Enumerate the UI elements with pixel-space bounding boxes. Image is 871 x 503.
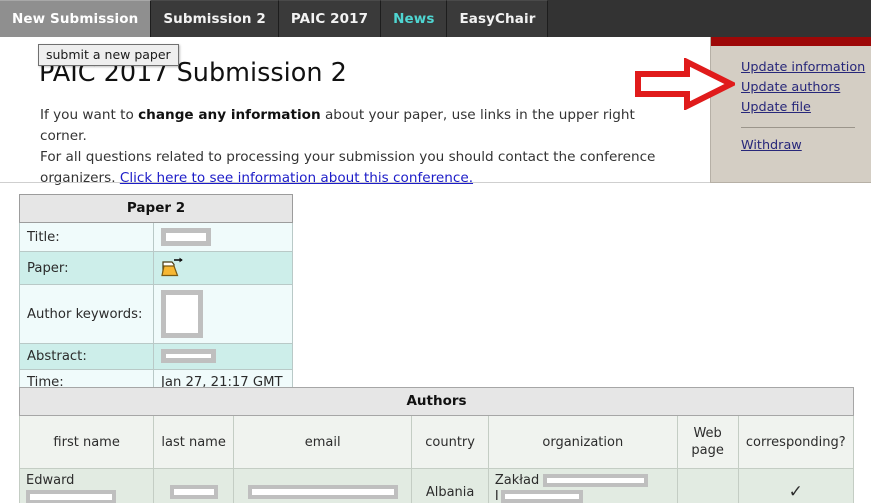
easychair-submission-page: New Submission Submission 2 PAIC 2017 Ne… xyxy=(0,0,871,503)
sidebar-link-list: Update information Update authors Update… xyxy=(741,58,866,156)
authors-table-caption: Authors xyxy=(19,387,854,416)
tab-easychair[interactable]: EasyChair xyxy=(447,0,549,37)
column-header-organization: organization xyxy=(487,415,678,469)
redaction-box-first-name xyxy=(26,489,116,503)
paper-field-paper-value xyxy=(153,251,293,285)
paper-details-table: Paper 2 Title: Paper: Author keywords: A… xyxy=(19,194,293,396)
top-navigation-bar: New Submission Submission 2 PAIC 2017 Ne… xyxy=(0,0,871,37)
column-header-first-name: first name xyxy=(18,415,155,469)
navigation-filler xyxy=(548,0,871,37)
tab-submission-2-label: Submission 2 xyxy=(163,11,266,27)
paper-field-title-value xyxy=(153,222,293,252)
tab-easychair-label: EasyChair xyxy=(459,11,536,27)
author-first-name-value: Edward xyxy=(26,473,75,488)
link-update-authors[interactable]: Update authors xyxy=(741,78,866,98)
author-web-page-cell xyxy=(676,468,739,503)
intro-emphasis: change any information xyxy=(138,107,321,123)
column-header-web-page: Web page xyxy=(676,415,739,469)
tab-news-label: News xyxy=(393,11,435,27)
paper-field-abstract-value xyxy=(153,343,293,370)
redaction-box-title xyxy=(161,228,211,246)
content-divider xyxy=(0,182,710,183)
open-folder-icon[interactable] xyxy=(161,257,187,279)
tab-news[interactable]: News xyxy=(381,0,448,37)
paper-table-caption-row: Paper 2 xyxy=(19,194,293,223)
table-row-title: Title: xyxy=(19,222,293,252)
author-organization-text-2: I xyxy=(494,489,499,503)
redaction-box-email xyxy=(247,485,398,499)
redaction-box-keywords xyxy=(161,290,203,338)
authors-table-caption-row: Authors xyxy=(19,387,854,416)
table-row-abstract: Abstract: xyxy=(19,343,293,370)
author-organization-text: Zakład xyxy=(494,473,540,488)
author-organization-cell: Zakład I xyxy=(487,468,678,503)
paper-field-title-label: Title: xyxy=(19,222,154,252)
column-header-last-name: last name xyxy=(153,415,234,469)
paper-field-keywords-value xyxy=(153,284,293,344)
sidebar-accent-bar xyxy=(711,37,871,46)
sidebar-bottom-divider xyxy=(710,182,871,183)
link-update-file[interactable]: Update file xyxy=(741,98,866,118)
author-first-name-cell: Edward xyxy=(18,468,155,503)
author-corresponding-cell: ✓ xyxy=(737,468,855,503)
table-row-author-keywords: Author keywords: xyxy=(19,284,293,344)
column-header-email: email xyxy=(232,415,413,469)
tab-paic-2017[interactable]: PAIC 2017 xyxy=(278,0,382,37)
paper-field-keywords-label: Author keywords: xyxy=(19,284,154,344)
author-email-cell xyxy=(232,468,413,503)
table-row: Edward Albania Zakład I ✓ xyxy=(18,468,855,503)
tab-new-submission[interactable]: New Submission xyxy=(0,0,152,37)
table-row-paper: Paper: xyxy=(19,251,293,285)
paper-table-caption: Paper 2 xyxy=(19,194,293,223)
redaction-box-organization-2 xyxy=(500,490,583,503)
link-withdraw[interactable]: Withdraw xyxy=(741,136,866,156)
author-organization-line2: I xyxy=(495,489,671,503)
submission-actions-sidebar: Update information Update authors Update… xyxy=(710,37,871,182)
author-last-name-cell xyxy=(153,468,234,503)
author-organization-line1: Zakład xyxy=(495,473,671,489)
link-update-information[interactable]: Update information xyxy=(741,58,866,78)
tooltip-text: submit a new paper xyxy=(46,47,171,62)
redaction-box-organization-1 xyxy=(543,474,649,487)
paper-field-abstract-label: Abstract: xyxy=(19,343,154,370)
redaction-box-abstract xyxy=(161,349,216,363)
authors-table-header-row: first name last name email country organ… xyxy=(18,415,855,469)
intro-paragraph: If you want to change any information ab… xyxy=(40,105,685,189)
authors-table: Authors first name last name email count… xyxy=(18,387,855,503)
intro-line1-part1: If you want to xyxy=(40,107,139,123)
tab-paic-2017-label: PAIC 2017 xyxy=(290,11,369,27)
link-conference-information[interactable]: Click here to see information about this… xyxy=(120,170,473,186)
author-country-cell: Albania xyxy=(411,468,489,503)
column-header-country: country xyxy=(411,415,489,469)
column-header-corresponding: corresponding? xyxy=(737,415,855,469)
paper-field-paper-label: Paper: xyxy=(19,251,154,285)
tab-new-submission-label: New Submission xyxy=(12,11,139,27)
tab-submission-2[interactable]: Submission 2 xyxy=(151,0,279,37)
sidebar-divider xyxy=(741,127,855,128)
redaction-box-last-name xyxy=(169,485,218,499)
tooltip-submit-new-paper: submit a new paper xyxy=(38,44,179,66)
